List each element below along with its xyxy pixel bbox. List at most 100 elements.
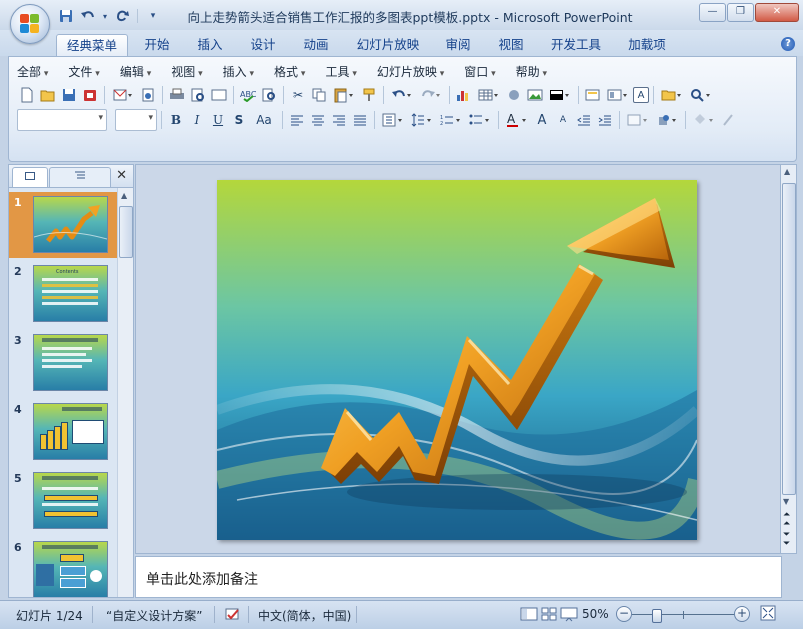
minimize-icon[interactable]: — [699,3,726,22]
textbox-dropdown-icon[interactable] [546,85,574,105]
bold-button[interactable]: B [166,110,186,130]
italic-button[interactable]: I [187,110,207,130]
menu-edit[interactable]: 编辑 [120,63,151,81]
tab-slideshow[interactable]: 幻灯片放映 [349,34,427,56]
open-icon[interactable] [38,85,58,105]
notes-pane[interactable]: 单击此处添加备注 [135,556,782,598]
close-icon[interactable]: ✕ [755,3,799,22]
change-case-button[interactable]: Aa [250,110,278,130]
save-icon[interactable] [56,7,76,25]
menu-insert[interactable]: 插入 [223,63,254,81]
menu-all[interactable]: 全部 [17,63,48,81]
redo-dropdown-icon[interactable] [417,85,445,105]
bullets-icon[interactable] [466,110,494,130]
scrollbar-thumb[interactable] [119,206,133,258]
undo-dropdown-icon[interactable]: ▾ [100,7,110,25]
zoom-out-icon[interactable]: − [616,606,632,622]
menu-view[interactable]: 视图 [171,63,202,81]
decrease-indent-icon[interactable] [574,110,594,130]
spelling-icon[interactable]: ABC [238,85,258,105]
outline-tab[interactable] [49,167,111,187]
copy-icon[interactable] [309,85,329,105]
picture-icon[interactable] [525,85,545,105]
tab-developer[interactable]: 开发工具 [543,34,609,56]
table-dropdown-icon[interactable] [475,85,503,105]
align-left-icon[interactable] [287,110,307,130]
email-dropdown-icon[interactable] [109,85,137,105]
menu-format[interactable]: 格式 [274,63,305,81]
research-icon[interactable] [259,85,279,105]
permission-icon[interactable] [80,85,100,105]
line-spacing-icon[interactable] [408,110,436,130]
undo-icon[interactable] [78,7,98,25]
scrollbar-thumb[interactable] [782,183,796,495]
close-pane-icon[interactable]: ✕ [116,168,127,183]
numbering-icon[interactable]: 12 [437,110,465,130]
zoom-slider[interactable] [632,609,736,623]
menu-file[interactable]: 文件 [68,63,99,81]
tab-classic-menu[interactable]: 经典菜单 [56,34,128,57]
font-name-combo[interactable] [17,109,107,131]
slide-thumbnail[interactable]: 1 [9,192,117,258]
align-center-icon[interactable] [308,110,328,130]
editor-scrollbar[interactable]: ▲ ▼ ⏶ ⏶ ⏷ ⏷ [780,164,797,554]
redo-icon[interactable] [112,7,132,25]
tab-animation[interactable]: 动画 [295,34,337,56]
menu-tools[interactable]: 工具 [325,63,356,81]
slide-sorter-icon[interactable] [540,606,558,625]
fit-to-window-icon[interactable] [760,605,776,624]
tab-home[interactable]: 开始 [136,34,178,56]
text-direction-icon[interactable] [379,110,407,130]
tab-review[interactable]: 审阅 [437,34,479,56]
publish-icon[interactable] [138,85,158,105]
shadow-button[interactable]: S [229,110,249,130]
slide-thumbnail[interactable]: 3 [9,330,117,396]
notes-placeholder[interactable]: 单击此处添加备注 [146,569,258,589]
menu-slideshow[interactable]: 幻灯片放映 [377,63,444,81]
tab-view[interactable]: 视图 [490,34,532,56]
font-size-combo[interactable] [115,109,157,131]
slide-thumbnail[interactable]: 6 [9,537,117,597]
new-icon[interactable] [17,85,37,105]
save-icon[interactable] [59,85,79,105]
format-painter-icon[interactable] [359,85,379,105]
slideshow-view-icon[interactable] [560,606,578,625]
zoom-level[interactable]: 50% [582,607,609,621]
shape-fill-icon[interactable] [690,110,718,130]
zoom-in-icon[interactable]: + [734,606,750,622]
menu-help[interactable]: 帮助 [516,63,547,81]
zoom-thumb[interactable] [652,609,662,623]
shape-outline-icon[interactable] [719,110,739,130]
new-slide-icon[interactable] [583,85,603,105]
print-preview-icon[interactable] [188,85,208,105]
increase-indent-icon[interactable] [595,110,615,130]
slide-frame-icon[interactable] [209,85,229,105]
spelling-status-icon[interactable] [224,607,242,626]
text-frame-icon[interactable]: A [633,87,649,103]
folder-dropdown-icon[interactable] [658,85,686,105]
shapes-dropdown-icon[interactable] [653,110,681,130]
layout-dropdown-icon[interactable] [604,85,632,105]
tab-design[interactable]: 设计 [242,34,284,56]
justify-icon[interactable] [350,110,370,130]
normal-view-icon[interactable] [520,606,538,625]
next-slide-icon[interactable]: ⏷ ⏷ [783,531,790,549]
print-icon[interactable] [167,85,187,105]
language-indicator[interactable]: 中文(简体，中国) [258,607,351,624]
menu-window[interactable]: 窗口 [464,63,495,81]
scroll-up-icon[interactable]: ▲ [784,167,790,176]
underline-button[interactable]: U [208,110,228,130]
previous-slide-icon[interactable]: ⏶ ⏶ [783,511,790,529]
font-color-icon[interactable]: A [503,110,531,130]
undo-dropdown-icon[interactable] [388,85,416,105]
slides-tab[interactable] [12,167,48,187]
current-slide[interactable] [217,180,697,540]
scroll-down-icon[interactable]: ▼ [783,497,789,506]
restore-icon[interactable]: ❐ [727,3,754,22]
slide-thumbnail[interactable]: 4 [9,399,117,465]
font-grow-button[interactable]: A [532,110,552,130]
font-shrink-button[interactable]: A [553,110,573,130]
office-button[interactable] [10,4,50,44]
clipart-icon[interactable] [504,85,524,105]
cut-icon[interactable]: ✂ [288,85,308,105]
